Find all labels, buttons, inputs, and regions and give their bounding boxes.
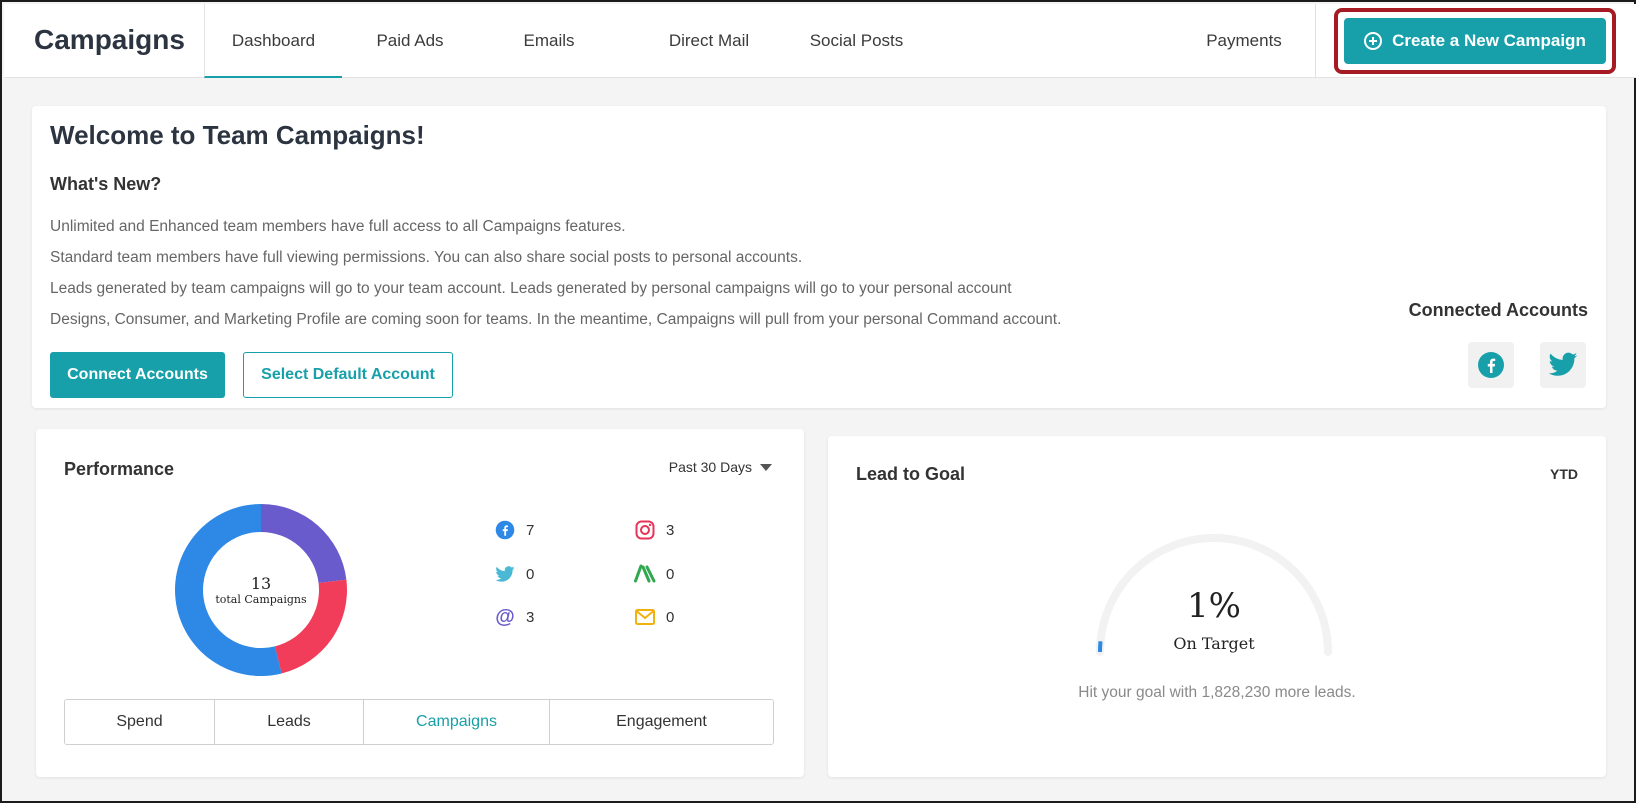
plus-circle-icon	[1364, 32, 1383, 50]
mail-icon	[634, 606, 656, 628]
facebook-icon	[1478, 352, 1504, 378]
instagram-icon	[634, 519, 656, 541]
tab-paid-ads[interactable]: Paid Ads	[354, 4, 466, 78]
metric-segmented-control: Spend Leads Campaigns Engagement	[64, 699, 774, 745]
connected-twitter-button[interactable]	[1540, 342, 1586, 388]
app-title: Campaigns	[34, 24, 185, 55]
segment-campaigns[interactable]: Campaigns	[364, 700, 550, 744]
period-label: YTD	[1550, 466, 1578, 482]
lead-to-goal-title: Lead to Goal	[856, 464, 966, 484]
stat-value: 0	[666, 608, 675, 626]
stat-mail: 0	[634, 606, 674, 628]
stat-instagram: 3	[634, 519, 674, 541]
whats-new-heading: What's New?	[50, 174, 162, 194]
twitter-icon	[494, 563, 516, 585]
top-bar: Campaigns Dashboard Paid Ads Emails Dire…	[4, 4, 1636, 78]
goal-message: Hit your goal with 1,828,230 more leads.	[1078, 684, 1356, 701]
tab-dashboard[interactable]: Dashboard	[204, 4, 342, 78]
tab-direct-mail[interactable]: Direct Mail	[634, 4, 784, 78]
at-icon: @	[495, 605, 515, 628]
adwords-icon	[634, 563, 656, 585]
stat-value: 7	[526, 521, 535, 539]
connected-accounts-heading: Connected Accounts	[1408, 300, 1588, 320]
stat-value: 3	[666, 521, 675, 539]
caret-down-icon	[760, 463, 772, 471]
header-divider	[1315, 4, 1316, 78]
note-line: Unlimited and Enhanced team members have…	[50, 218, 626, 235]
facebook-icon	[494, 519, 516, 541]
goal-percent: 1%	[1187, 586, 1241, 626]
stat-value: 3	[526, 608, 535, 626]
app-frame: Campaigns Dashboard Paid Ads Emails Dire…	[0, 0, 1636, 803]
connect-accounts-button[interactable]: Connect Accounts	[50, 352, 225, 398]
stat-twitter: 0	[494, 563, 534, 585]
create-campaign-button[interactable]: Create a New Campaign	[1344, 18, 1606, 64]
note-line: Leads generated by team campaigns will g…	[50, 280, 1012, 297]
stat-email: @ 3	[494, 606, 534, 628]
total-campaigns-label: total Campaigns	[215, 593, 307, 606]
lead-to-goal-card: Lead to Goal YTD 1% On Target Hit your g…	[828, 436, 1606, 777]
tab-payments[interactable]: Payments	[1189, 4, 1299, 78]
create-campaign-label: Create a New Campaign	[1392, 31, 1586, 50]
campaigns-donut-chart: 13 total Campaigns	[171, 500, 351, 680]
connected-facebook-button[interactable]	[1468, 342, 1514, 388]
date-range-label: Past 30 Days	[668, 459, 752, 475]
stat-adwords: 0	[634, 563, 674, 585]
tab-emails[interactable]: Emails	[494, 4, 604, 78]
stat-facebook: 7	[494, 519, 534, 541]
note-line: Standard team members have full viewing …	[50, 249, 803, 266]
stat-value: 0	[526, 565, 535, 583]
segment-leads[interactable]: Leads	[215, 700, 364, 744]
note-line: Designs, Consumer, and Marketing Profile…	[50, 311, 1062, 328]
tab-social-posts[interactable]: Social Posts	[784, 4, 929, 78]
select-default-account-button[interactable]: Select Default Account	[243, 352, 453, 398]
segment-spend[interactable]: Spend	[65, 700, 215, 744]
donut-center: 13 total Campaigns	[171, 500, 351, 680]
performance-title: Performance	[64, 459, 175, 479]
stat-value: 0	[666, 565, 675, 583]
welcome-card: Welcome to Team Campaigns! What's New? U…	[32, 106, 1606, 408]
goal-status: On Target	[1173, 634, 1255, 653]
segment-engagement[interactable]: Engagement	[550, 700, 773, 744]
twitter-icon	[1548, 352, 1578, 376]
date-range-dropdown[interactable]: Past 30 Days	[669, 459, 772, 475]
performance-card: Performance Past 30 Days 13 total Campai…	[36, 429, 804, 777]
welcome-title: Welcome to Team Campaigns!	[50, 120, 425, 150]
total-campaigns-count: 13	[250, 574, 272, 593]
